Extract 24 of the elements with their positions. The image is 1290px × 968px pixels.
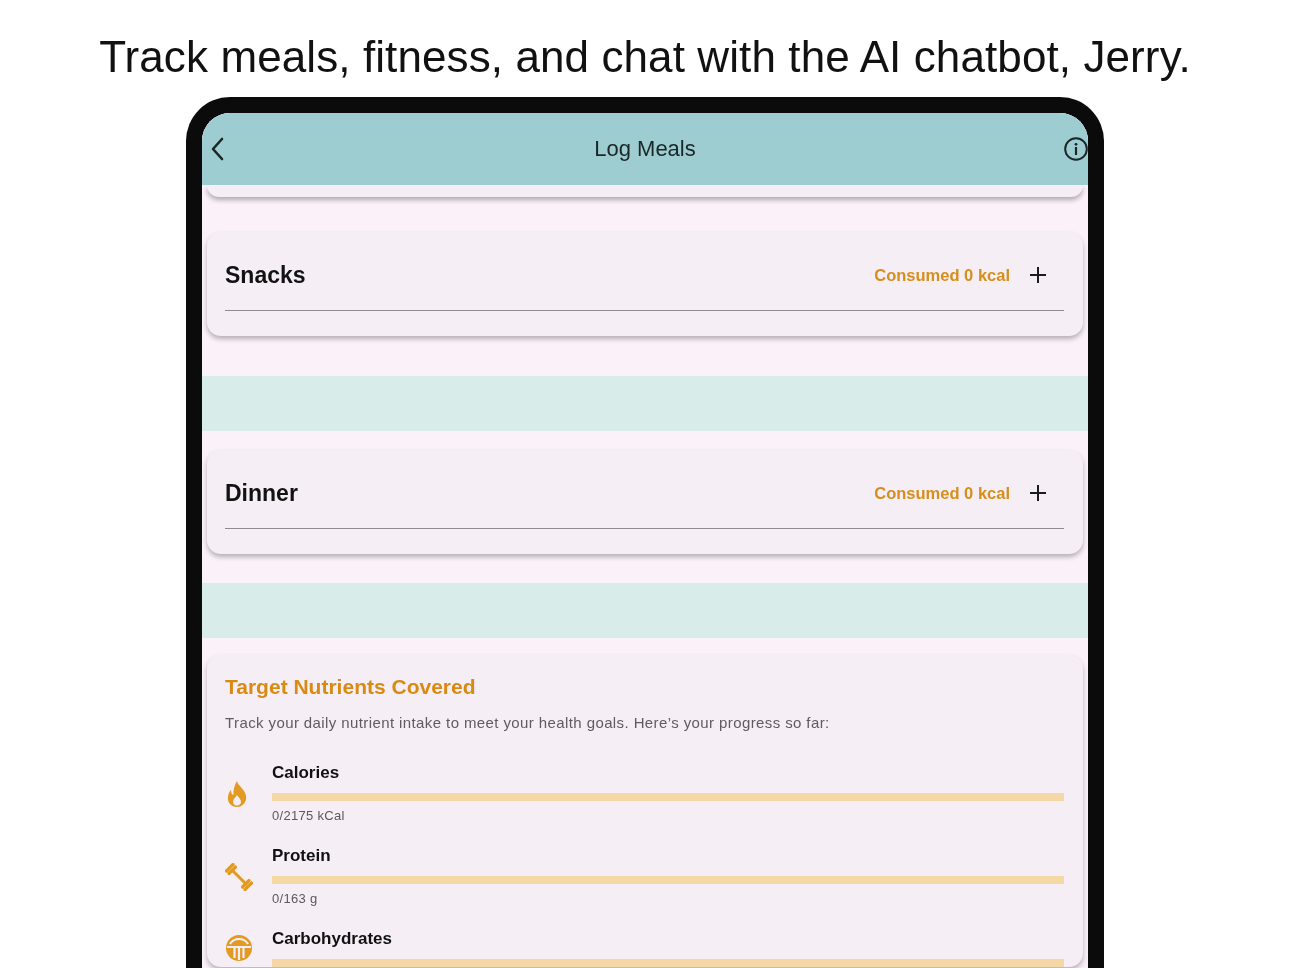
nutrient-reading: 0/163 g bbox=[272, 891, 318, 907]
back-icon bbox=[210, 137, 224, 161]
info-icon bbox=[1064, 137, 1088, 161]
screen-title: Log Meals bbox=[594, 136, 696, 162]
nutrient-name: Carbohydrates bbox=[272, 929, 392, 949]
headline: Track meals, fitness, and chat with the AI chatbot, Jerry. bbox=[99, 33, 1191, 81]
meal-name: Snacks bbox=[225, 261, 306, 289]
nutrient-name: Protein bbox=[272, 846, 331, 866]
nutrient-reading: 0/2175 kCal bbox=[272, 808, 345, 824]
bowl-icon bbox=[225, 934, 253, 962]
back-button[interactable] bbox=[210, 137, 224, 161]
plus-icon bbox=[1030, 267, 1046, 283]
info-button[interactable] bbox=[1064, 137, 1088, 161]
nutrients-title: Target Nutrients Covered bbox=[225, 674, 477, 699]
plus-icon bbox=[1030, 485, 1046, 501]
nutrient-name: Calories bbox=[272, 763, 340, 783]
add-button[interactable] bbox=[1030, 267, 1046, 283]
nutrients-description: Track your daily nutrient intake to meet your health goals. Here’s your progress so far: bbox=[225, 714, 831, 732]
consumed-kcal: Consumed 0 kcal bbox=[874, 265, 1010, 285]
flame-icon bbox=[225, 780, 249, 807]
meal-name: Dinner bbox=[225, 479, 298, 507]
add-button[interactable] bbox=[1030, 485, 1046, 501]
dumbbell-icon bbox=[225, 862, 253, 891]
consumed-kcal: Consumed 0 kcal bbox=[874, 483, 1010, 503]
